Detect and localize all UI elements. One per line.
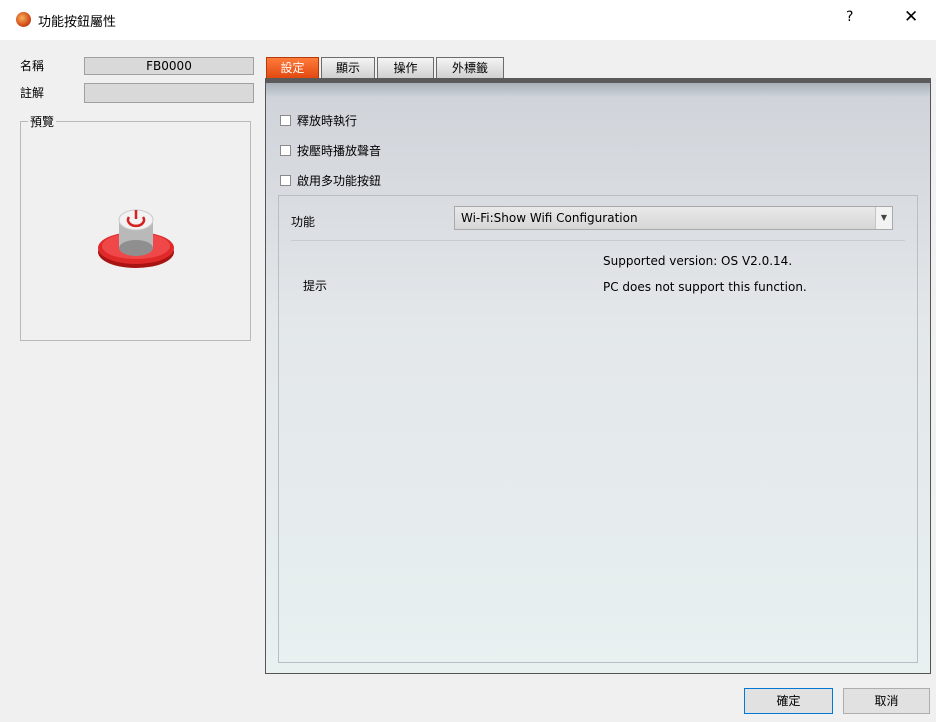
checkbox-box[interactable] — [280, 144, 291, 156]
checkbox-box[interactable] — [280, 174, 291, 186]
checkbox-label: 啟用多功能按鈕 — [297, 173, 382, 188]
cancel-button[interactable]: 取消 — [843, 688, 930, 714]
checkbox-box[interactable] — [280, 114, 291, 126]
function-group: 功能 Wi-Fi:Show Wifi Configuration ▼ 提示 Su… — [278, 195, 918, 663]
function-select[interactable]: Wi-Fi:Show Wifi Configuration ▼ — [454, 206, 893, 230]
window-title: 功能按鈕屬性 — [38, 15, 117, 30]
dialog-body: 名稱 FB0000 註解 預覽 設定 顯示 操作 外標籤 釋放時執行 按壓時播放… — [0, 40, 936, 722]
multi-function-checkbox[interactable]: 啟用多功能按鈕 — [280, 172, 381, 188]
hint-line-2: PC does not support this function. — [603, 280, 807, 294]
name-field[interactable]: FB0000 — [84, 57, 254, 75]
tab-settings[interactable]: 設定 — [266, 57, 319, 79]
app-icon — [16, 12, 31, 27]
power-button-preview-icon — [98, 209, 174, 268]
dropdown-arrow-icon[interactable]: ▼ — [875, 207, 892, 229]
comment-label: 註解 — [20, 86, 45, 100]
checkbox-label: 按壓時播放聲音 — [297, 143, 382, 158]
settings-panel: 釋放時執行 按壓時播放聲音 啟用多功能按鈕 功能 Wi-Fi:Show Wifi… — [265, 78, 931, 674]
comment-field[interactable] — [84, 83, 254, 103]
release-execute-checkbox[interactable]: 釋放時執行 — [280, 112, 357, 128]
panel-header-band — [266, 83, 930, 97]
ok-button[interactable]: 確定 — [744, 688, 833, 714]
tab-operation[interactable]: 操作 — [377, 57, 434, 79]
separator — [291, 240, 905, 241]
name-label: 名稱 — [20, 59, 45, 73]
tab-external-label[interactable]: 外標籤 — [436, 57, 504, 79]
tab-display[interactable]: 顯示 — [321, 57, 375, 79]
checkbox-label: 釋放時執行 — [297, 113, 358, 128]
title-bar: 功能按鈕屬性 ? ✕ — [0, 0, 936, 40]
hint-label: 提示 — [303, 279, 328, 293]
function-label: 功能 — [291, 215, 316, 229]
function-select-value: Wi-Fi:Show Wifi Configuration — [461, 211, 638, 225]
help-button[interactable]: ? — [846, 9, 853, 25]
close-button[interactable]: ✕ — [904, 7, 918, 27]
preview-label: 預覽 — [28, 113, 57, 130]
press-sound-checkbox[interactable]: 按壓時播放聲音 — [280, 142, 381, 158]
hint-line-1: Supported version: OS V2.0.14. — [603, 254, 793, 268]
